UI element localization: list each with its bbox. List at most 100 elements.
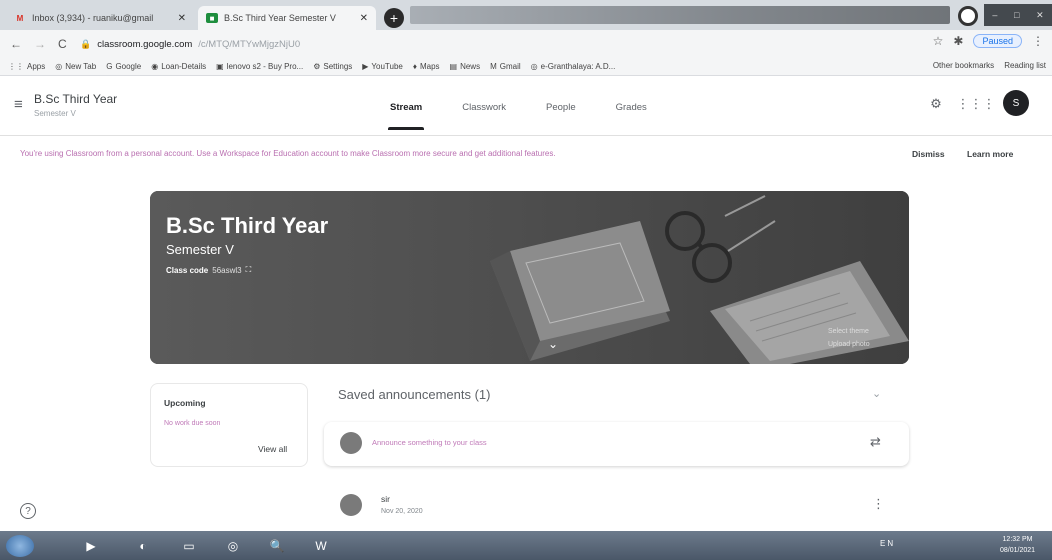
granthalaya-icon: ◎ [530, 62, 538, 71]
tab-grades[interactable]: Grades [596, 78, 667, 136]
bookmark-item[interactable]: ⋮⋮ Apps [8, 62, 45, 71]
avatar[interactable]: S [1003, 90, 1029, 116]
bookmark-item[interactable]: ◎ e-Granthalaya: A.D... [531, 62, 616, 71]
apps-icon: ⋮⋮ [8, 62, 24, 71]
upload-photo-link[interactable]: Upload photo [828, 341, 870, 348]
lenovo-icon: ▣ [216, 62, 224, 71]
bookmark-item[interactable]: M Gmail [490, 62, 521, 71]
announcement-composer[interactable]: Announce something to your class ⇄ [324, 422, 909, 466]
more-options-icon[interactable]: ⋮ [872, 496, 885, 512]
folder-icon[interactable]: ▭ [174, 535, 204, 557]
settings-icon: ⚙ [313, 62, 321, 71]
clock-time: 12:32 PM [1002, 536, 1033, 543]
dismiss-button[interactable]: Dismiss [912, 149, 945, 159]
personal-account-notice: You're using Classroom from a personal a… [0, 141, 1052, 167]
youtube-icon: ▶ [362, 62, 369, 71]
reading-list[interactable]: Reading list [1004, 61, 1046, 70]
bookmark-item[interactable]: G Google [106, 62, 141, 71]
lock-icon: 🔒 [80, 38, 92, 49]
classroom-icon: ■ [206, 13, 218, 23]
bookmark-label: lenovo s2 - Buy Pro... [226, 62, 304, 71]
tab-people[interactable]: People [526, 78, 596, 136]
bookmark-label: Maps [419, 62, 440, 71]
tab-strip-background [410, 6, 950, 24]
chevron-down-icon[interactable]: ⌄ [548, 337, 558, 351]
bookmark-item[interactable]: ▶ YouTube [362, 62, 403, 71]
bookmark-label: Apps [27, 62, 46, 71]
bookmark-item[interactable]: ◎ New Tab [55, 62, 96, 71]
class-nav-tabs: Stream Classwork People Grades [370, 78, 667, 136]
search-icon[interactable]: 🔍 [262, 535, 292, 557]
book-illustration [490, 221, 670, 361]
system-tray[interactable]: EN [880, 539, 895, 548]
address-bar[interactable]: 🔒 classroom.google.com/c/MTQ/MTYwMjgzNjU… [80, 34, 940, 54]
tab-gmail[interactable]: M Inbox (3,934) - ruaniku@gmail ✕ [6, 6, 194, 30]
bookmark-item[interactable]: ♦ Maps [413, 62, 440, 71]
reload-icon[interactable]: C [58, 37, 67, 51]
url-path: /c/MTQ/MTYwMjgzNjU0 [198, 38, 301, 50]
saved-announcements[interactable]: Saved announcements (1) ⌄ [324, 377, 909, 413]
tab-classwork[interactable]: Classwork [442, 78, 526, 136]
bookmark-label: Settings [323, 62, 353, 71]
clock[interactable]: 12:32 PM 08/01/2021 [1000, 534, 1035, 556]
word-icon[interactable]: W [306, 535, 336, 557]
menu-icon[interactable]: ⋮ [1032, 34, 1044, 48]
avatar [340, 432, 362, 454]
class-code-value: 56aswl3 [212, 265, 242, 275]
url-domain: classroom.google.com [97, 38, 193, 50]
start-button[interactable] [6, 535, 34, 557]
media-player-icon[interactable]: ▶ [76, 535, 106, 557]
view-all-link[interactable]: View all [258, 444, 287, 454]
post-author: sir [381, 494, 390, 504]
star-icon[interactable]: ☆ [933, 34, 944, 48]
banner-title: B.Sc Third Year [166, 213, 329, 238]
upcoming-title: Upcoming [164, 398, 206, 408]
news-icon: ▤ [449, 62, 458, 71]
tab-classroom[interactable]: ■ B.Sc Third Year Semester V ✕ [198, 6, 376, 30]
banner-subtitle: Semester V [166, 242, 234, 257]
forward-icon[interactable]: → [34, 37, 46, 51]
other-bookmarks[interactable]: Other bookmarks [933, 61, 994, 70]
extensions-icon[interactable]: ✱ [953, 34, 963, 48]
chrome-icon: ◎ [55, 62, 63, 71]
gmail-icon: M [16, 13, 24, 23]
apps-grid-icon[interactable]: ⋮⋮⋮ [957, 94, 996, 114]
close-icon[interactable]: ✕ [178, 13, 186, 24]
maps-icon: ♦ [412, 62, 417, 71]
window-controls[interactable]: – □ ✕ [984, 4, 1052, 26]
menu-icon[interactable]: ≡ [14, 96, 23, 113]
back-icon[interactable]: ← [10, 37, 22, 51]
help-icon[interactable]: ? [20, 503, 36, 519]
chrome-icon[interactable]: ◎ [218, 535, 248, 557]
bookmark-item[interactable]: ⚙ Settings [313, 62, 352, 71]
avatar [340, 494, 362, 516]
profile-paused-button[interactable]: Paused [973, 34, 1022, 48]
minimize-icon[interactable]: – [992, 10, 997, 20]
bookmark-label: Google [115, 62, 142, 71]
bookmark-label: YouTube [371, 62, 403, 71]
select-theme-link[interactable]: Select theme [828, 328, 869, 335]
bookmark-item[interactable]: ▤ News [450, 62, 481, 71]
bookmarks-bar: ⋮⋮ Apps ◎ New Tab G Google ◉ Loan-Details ▣ lenov… [0, 58, 1052, 76]
new-tab-button[interactable]: + [384, 8, 404, 28]
class-section: Semester V [34, 109, 76, 118]
maximize-icon[interactable]: □ [1014, 10, 1019, 20]
close-window-icon[interactable]: ✕ [1036, 10, 1044, 21]
close-icon[interactable]: ✕ [360, 13, 368, 24]
learn-more-link[interactable]: Learn more [967, 149, 1013, 159]
settings-icon[interactable]: ⚙ [926, 94, 946, 114]
bookmark-item[interactable]: ◉ Loan-Details [151, 62, 206, 71]
post-date: Nov 20, 2020 [381, 508, 423, 515]
explorer-icon[interactable]: ◐ [128, 535, 158, 557]
upcoming-empty-text: No work due soon [164, 420, 221, 427]
class-name[interactable]: B.Sc Third Year [34, 92, 117, 106]
repost-icon[interactable]: ⇄ [870, 434, 881, 450]
fullscreen-icon[interactable]: ⛶ [246, 265, 252, 275]
announce-placeholder[interactable]: Announce something to your class [372, 438, 487, 447]
bookmark-label: News [460, 62, 481, 71]
class-code-label: Class code [166, 265, 209, 275]
chevron-down-icon[interactable]: ⌄ [872, 387, 881, 400]
profile-icon[interactable] [958, 6, 978, 26]
tab-stream[interactable]: Stream [370, 78, 442, 136]
bookmark-item[interactable]: ▣ lenovo s2 - Buy Pro... [216, 62, 303, 71]
